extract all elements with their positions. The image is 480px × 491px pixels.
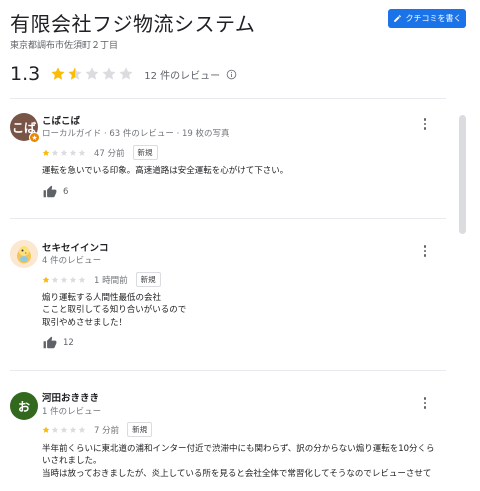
- review-time: 7 分前: [94, 425, 120, 436]
- review-author[interactable]: セキセイインコ: [42, 240, 109, 254]
- star-icon: [51, 149, 59, 156]
- star-icon: [42, 276, 50, 283]
- review-rating-row: 1 時間前 新規: [42, 272, 161, 287]
- avatar[interactable]: こば ★: [10, 113, 40, 143]
- review-author-meta[interactable]: 4 件のレビュー: [42, 254, 101, 266]
- place-title: 有限会社フジ物流システム: [10, 12, 256, 36]
- star-icon: [85, 67, 99, 80]
- star-icon: [68, 67, 82, 80]
- star-icon: [42, 149, 50, 156]
- star-icon: [51, 426, 59, 433]
- star-icon: [78, 149, 86, 156]
- review-count[interactable]: 12 件のレビュー: [144, 67, 220, 82]
- review-text: 半年前くらいに東北道の浦和インター付近で渋滞中にも関わらず、訳の分からない煽り運…: [42, 443, 442, 480]
- review-time: 1 時間前: [94, 275, 128, 286]
- new-badge: 新規: [127, 422, 153, 437]
- star-icon: [69, 426, 77, 433]
- star-icon: [69, 276, 77, 283]
- star-icon: [78, 426, 86, 433]
- review-text-line: 運転を急いでいる印象。高速道路は安全運転を心がけて下さい。: [42, 166, 289, 176]
- write-review-label: クチコミを書く: [405, 14, 462, 23]
- review-stars: [42, 276, 86, 284]
- review-author[interactable]: こばこば: [42, 113, 80, 127]
- review-author-meta[interactable]: ローカルガイド · 63 件のレビュー · 19 枚の写真: [42, 127, 230, 139]
- more-vert-icon[interactable]: [420, 244, 430, 258]
- star-icon: [78, 276, 86, 283]
- review-text: 煽り運転する人間性最低の会社 ここと取引してる知り合いがいるので 取引やめさせま…: [42, 292, 447, 329]
- like-button[interactable]: 6: [43, 185, 68, 199]
- like-count: 12: [63, 338, 74, 348]
- local-guide-badge-icon: ★: [29, 132, 40, 143]
- bird-avatar-icon: [10, 240, 38, 268]
- more-vert-icon[interactable]: [420, 396, 430, 410]
- star-icon: [42, 426, 50, 433]
- divider: [10, 98, 446, 99]
- star-icon: [60, 426, 68, 433]
- thumb-up-icon: [43, 336, 57, 349]
- new-badge: 新規: [135, 272, 161, 287]
- review-text: 運転を急いでいる印象。高速道路は安全運転を心がけて下さい。: [42, 165, 447, 177]
- pencil-icon: [393, 15, 401, 22]
- star-icon: [60, 149, 68, 156]
- review-text-line: 半年前くらいに東北道の浦和インター付近で渋滞中にも関わらず、訳の分からない煽り運…: [42, 444, 435, 467]
- divider: [10, 370, 446, 371]
- review-text-line: ここと取引してる知り合いがいるので: [42, 305, 187, 316]
- average-rating: 1.3: [10, 63, 41, 85]
- avatar[interactable]: [10, 240, 38, 268]
- place-header: 有限会社フジ物流システム 東京都調布市佐須町２丁目 クチコミを書く 1.3 12…: [0, 0, 480, 98]
- rating-stars: [50, 66, 134, 82]
- write-review-button[interactable]: クチコミを書く: [388, 9, 466, 28]
- info-icon[interactable]: [226, 69, 237, 80]
- review-text-line: 当時は放っておきましたが、炎上している所を見ると会社全体で常習化してそうなのでレ…: [42, 468, 432, 479]
- review-rating-row: 47 分前 新規: [42, 145, 158, 160]
- avatar[interactable]: お: [10, 392, 38, 420]
- review-rating-row: 7 分前 新規: [42, 422, 153, 437]
- more-vert-icon[interactable]: [420, 117, 430, 131]
- star-icon: [69, 149, 77, 156]
- review-stars: [42, 149, 86, 157]
- new-badge: 新規: [132, 145, 158, 160]
- star-icon: [51, 67, 65, 80]
- review-author[interactable]: 河田おききき: [42, 390, 99, 404]
- divider: [10, 218, 446, 219]
- star-icon: [60, 276, 68, 283]
- review-author-meta[interactable]: 1 件のレビュー: [42, 405, 101, 417]
- thumb-up-icon: [43, 185, 57, 198]
- star-icon: [102, 67, 116, 80]
- scrollbar[interactable]: [459, 115, 466, 234]
- rating-summary: 1.3 12 件のレビュー: [10, 62, 237, 86]
- star-icon: [119, 67, 133, 80]
- like-count: 6: [63, 187, 69, 197]
- review-time: 47 分前: [94, 148, 125, 159]
- avatar-initials: お: [17, 399, 30, 414]
- like-button[interactable]: 12: [43, 336, 74, 350]
- review-text-line: 取引やめさせました！: [42, 317, 128, 328]
- star-icon: [51, 276, 59, 283]
- place-address: 東京都調布市佐須町２丁目: [10, 41, 119, 51]
- review-text-line: 煽り運転する人間性最低の会社: [42, 293, 162, 303]
- review-stars: [42, 426, 86, 434]
